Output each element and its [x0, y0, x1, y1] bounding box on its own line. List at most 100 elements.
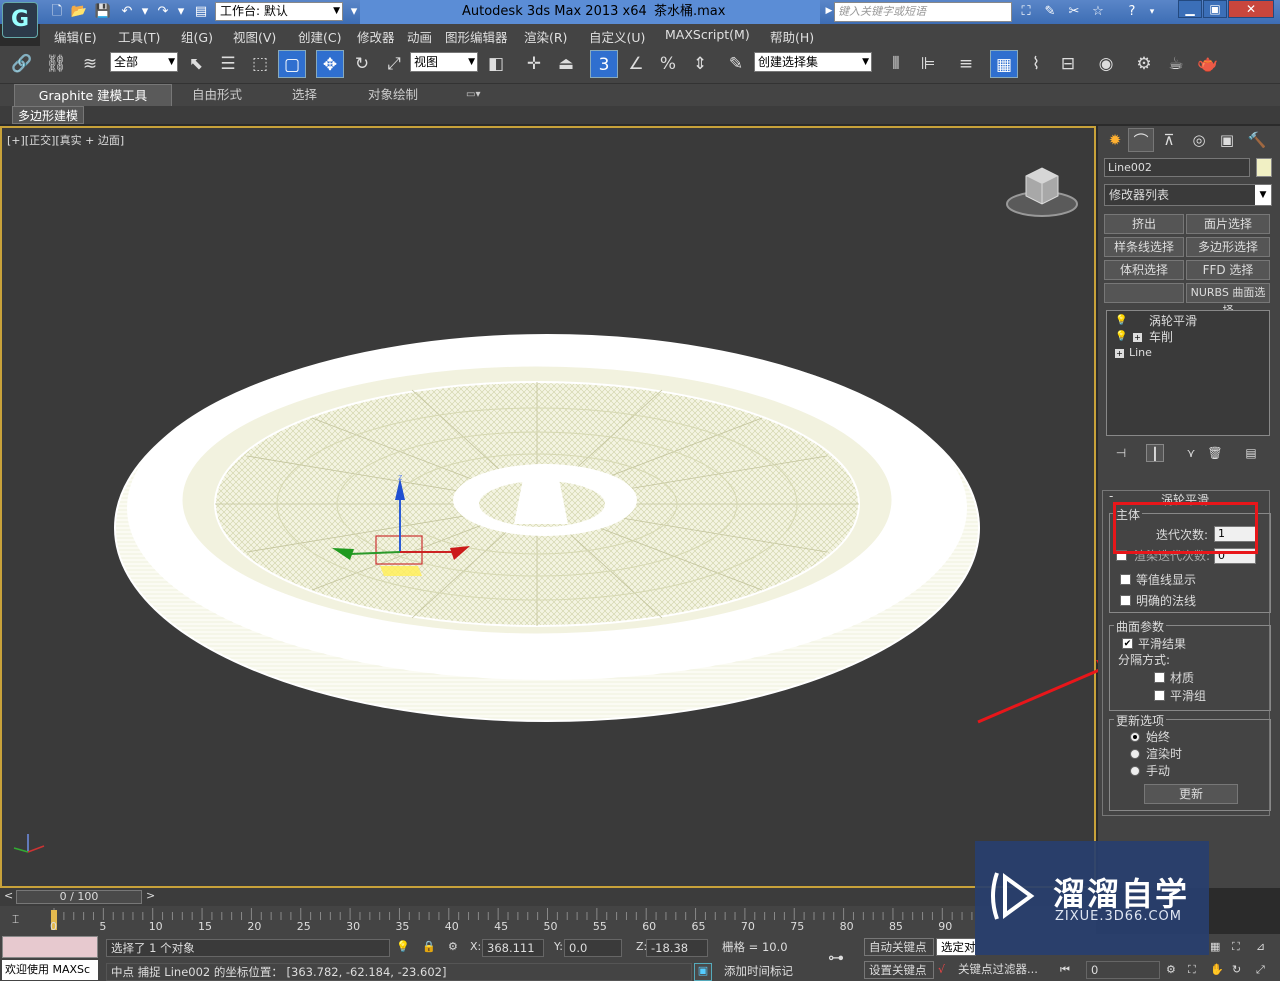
object-color-swatch[interactable]: [1256, 158, 1272, 177]
manually-radio[interactable]: [1130, 766, 1140, 776]
when-rendering-radio[interactable]: [1130, 749, 1140, 759]
key-filter-icon[interactable]: √: [938, 963, 945, 976]
perspective-viewport[interactable]: [+][正交][真实 + 边面] z: [0, 126, 1122, 888]
smooth-result-checkbox[interactable]: ✔: [1122, 638, 1133, 649]
stack-item-turbosmooth[interactable]: 💡 涡轮平滑: [1107, 313, 1269, 329]
set-key-button[interactable]: 设置关键点: [864, 961, 934, 979]
motion-tab-icon[interactable]: ◎: [1186, 128, 1212, 152]
poly-select-button[interactable]: 多边形选择: [1186, 237, 1270, 257]
select-object-icon[interactable]: ⬉: [182, 50, 210, 78]
mirror-icon[interactable]: ⫴: [882, 50, 910, 78]
isolate-icon[interactable]: 💡: [396, 940, 410, 953]
close-button[interactable]: ✕: [1228, 0, 1274, 18]
search-input[interactable]: 键入关键字或短语: [834, 2, 1012, 22]
materials-checkbox[interactable]: [1154, 672, 1165, 683]
tray-wireframe-model[interactable]: z: [2, 128, 1094, 886]
explicit-normals-checkbox[interactable]: [1120, 595, 1131, 606]
modifier-stack[interactable]: 💡 涡轮平滑 💡 + 车削 + Line: [1106, 310, 1270, 436]
menu-views[interactable]: 视图(V): [233, 27, 276, 46]
expand-icon[interactable]: +: [1115, 349, 1124, 358]
x-coordinate-field[interactable]: 368.111: [482, 939, 544, 957]
ffd-select-button[interactable]: FFD 选择: [1186, 260, 1270, 280]
zoom-extents-icon[interactable]: ⛶: [1188, 963, 1196, 977]
save-icon[interactable]: 💾: [94, 3, 112, 20]
z-coordinate-field[interactable]: -18.38: [646, 939, 708, 957]
menu-modifiers[interactable]: 修改器: [357, 27, 395, 46]
menu-graph-editors[interactable]: 图形编辑器: [445, 27, 508, 46]
menu-edit[interactable]: 编辑(E): [54, 27, 97, 46]
help-icon[interactable]: ?: [1122, 3, 1142, 21]
y-coordinate-field[interactable]: 0.0: [564, 939, 622, 957]
snaps-toggle-icon[interactable]: 3: [590, 50, 618, 78]
edit-named-selection-icon[interactable]: ✎: [722, 50, 750, 78]
time-config-icon[interactable]: ⚙: [1166, 963, 1176, 976]
light-bulb-icon[interactable]: 💡: [1115, 329, 1127, 345]
percent-snap-icon[interactable]: %: [654, 50, 682, 78]
named-selection-dropdown[interactable]: 创建选择集 ▼: [754, 52, 872, 72]
menu-maxscript[interactable]: MAXScript(M): [665, 27, 750, 42]
mini-curve-editor-icon[interactable]: ⌶: [12, 912, 32, 930]
absolute-mode-icon[interactable]: ⚙: [448, 940, 458, 953]
empty-modifier-button[interactable]: [1104, 283, 1184, 303]
reference-coordinate-dropdown[interactable]: 视图 ▼: [410, 52, 478, 72]
select-and-rotate-icon[interactable]: ↻: [348, 50, 376, 78]
spinner-snap-icon[interactable]: ⇕: [686, 50, 714, 78]
select-and-move-icon[interactable]: ✥: [316, 50, 344, 78]
patch-select-button[interactable]: 面片选择: [1186, 214, 1270, 234]
tab-object-paint[interactable]: 对象绘制: [358, 84, 428, 106]
render-setup-icon[interactable]: ⚙: [1130, 50, 1158, 78]
redo-icon[interactable]: ↷: [154, 3, 172, 20]
angle-snap-icon[interactable]: ∠: [622, 50, 650, 78]
select-by-name-icon[interactable]: ☰: [214, 50, 242, 78]
smoothing-groups-checkbox[interactable]: [1154, 690, 1165, 701]
make-unique-icon[interactable]: ⋎: [1182, 444, 1200, 462]
show-end-result-icon[interactable]: ┃: [1146, 444, 1164, 462]
menu-customize[interactable]: 自定义(U): [589, 27, 645, 46]
key-icon[interactable]: ⊶: [828, 948, 844, 967]
stack-item-lathe[interactable]: 💡 + 车削: [1107, 329, 1269, 345]
communication-center-icon[interactable]: ✎: [1040, 3, 1060, 21]
time-slider-thumb[interactable]: 0 / 100: [16, 890, 142, 904]
rollout-collapse-icon[interactable]: -: [1109, 489, 1113, 503]
layer-manager-icon[interactable]: ≡: [952, 50, 980, 78]
menu-animation[interactable]: 动画: [407, 27, 432, 46]
vol-select-button[interactable]: 体积选择: [1104, 260, 1184, 280]
viewcube-icon[interactable]: [1004, 162, 1080, 218]
light-bulb-icon[interactable]: 💡: [1115, 313, 1127, 329]
rendered-frame-icon[interactable]: ☕: [1162, 50, 1190, 78]
display-tab-icon[interactable]: ▣: [1214, 128, 1240, 152]
pivot-center-icon[interactable]: ◧: [482, 50, 510, 78]
configure-sets-icon[interactable]: ▤: [1242, 444, 1260, 462]
rectangular-selection-icon[interactable]: ⬚: [246, 50, 274, 78]
lock-selection-icon[interactable]: 🔒: [422, 940, 436, 953]
expand-icon[interactable]: +: [1133, 333, 1142, 342]
select-manipulate-icon[interactable]: ✛: [520, 50, 548, 78]
field-of-view-icon[interactable]: ⊿: [1256, 940, 1265, 953]
window-crossing-icon[interactable]: ▢: [278, 50, 306, 78]
menu-group[interactable]: 组(G): [181, 27, 213, 46]
binoculars-icon[interactable]: ⛶: [1016, 3, 1036, 21]
bind-space-warp-icon[interactable]: ≋: [76, 50, 104, 78]
ribbon-options-icon[interactable]: ▭▾: [456, 84, 490, 106]
menu-create[interactable]: 创建(C): [298, 27, 341, 46]
remove-modifier-icon[interactable]: 🗑: [1206, 444, 1224, 462]
always-radio[interactable]: [1130, 732, 1140, 742]
current-frame-field[interactable]: 0: [1086, 961, 1160, 979]
goto-start-icon[interactable]: ⏮: [1060, 963, 1070, 977]
key-filters-button[interactable]: 关键点过滤器...: [954, 961, 1050, 979]
schematic-view-icon[interactable]: ⊟: [1054, 50, 1082, 78]
nurbs-surface-select-button[interactable]: NURBS 曲面选择: [1186, 283, 1270, 317]
time-slider[interactable]: < 0 / 100 >: [0, 888, 1096, 906]
zoom-all-icon[interactable]: ⛶: [1232, 940, 1240, 954]
next-frame-icon[interactable]: >: [146, 889, 155, 902]
isoline-checkbox[interactable]: [1120, 574, 1131, 585]
unlink-icon[interactable]: ⛓: [42, 50, 70, 78]
maxscript-listener-mini[interactable]: [2, 936, 98, 958]
curve-editor-icon[interactable]: ⌇: [1022, 50, 1050, 78]
minimize-button[interactable]: ▁: [1178, 0, 1202, 18]
zoom-icon[interactable]: ▦: [1210, 940, 1220, 953]
open-file-icon[interactable]: 📂: [70, 3, 88, 20]
modifier-list-dropdown[interactable]: 修改器列表 ▼: [1104, 184, 1272, 206]
select-and-scale-icon[interactable]: ⤢: [380, 50, 408, 78]
app-logo-icon[interactable]: G: [2, 2, 38, 38]
